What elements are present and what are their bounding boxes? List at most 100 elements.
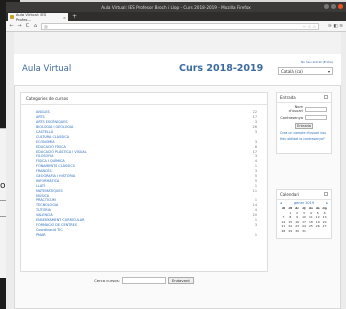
calendar-day[interactable]: 15 xyxy=(287,220,294,224)
calendar-day[interactable]: 4 xyxy=(307,211,314,215)
course-search-input[interactable] xyxy=(121,276,166,284)
calendar-day[interactable]: 22 xyxy=(287,224,294,228)
calendar-day[interactable]: 11 xyxy=(307,215,314,219)
category-course-count: 3 xyxy=(254,154,257,159)
category-link[interactable]: GEOGRAFIA I HISTÒRIA xyxy=(36,174,75,178)
login-submit-button[interactable]: Entrada xyxy=(295,123,313,129)
category-link[interactable]: FONAMENTS CLÀSSICS xyxy=(36,164,75,168)
username-field[interactable] xyxy=(305,106,327,112)
category-link[interactable]: PRÀCTICUM xyxy=(36,198,56,202)
calendar-day[interactable]: 20 xyxy=(321,220,328,224)
calendar-day[interactable]: 7 xyxy=(280,215,287,219)
calendar-day[interactable]: 2 xyxy=(294,211,301,215)
close-window-button[interactable] xyxy=(338,4,343,9)
category-link[interactable]: FILOSOFIA xyxy=(36,154,53,158)
calendar-day[interactable]: 23 xyxy=(294,224,301,228)
category-link[interactable]: VALENCIÀ xyxy=(36,213,53,217)
calendar-day[interactable]: 8 xyxy=(287,215,294,219)
url-bar[interactable]: @ ··· ☆ ☆ xyxy=(41,22,320,30)
category-link[interactable]: ARTS ESCÈNIQUES xyxy=(36,120,68,124)
prev-month-icon[interactable]: ◂ xyxy=(280,201,282,205)
search-submit-button[interactable]: Endavant xyxy=(167,276,194,284)
calendar-day[interactable]: 12 xyxy=(314,215,321,219)
calendar-day[interactable]: 28 xyxy=(280,229,287,233)
forgot-password-link[interactable]: Heu oblidat la contrasenya? xyxy=(277,135,331,141)
category-link[interactable]: MATEMÀTIQUES xyxy=(36,189,63,193)
category-link[interactable]: LLATÍ xyxy=(36,184,45,188)
category-link[interactable]: FÍSICA I QUÍMICA xyxy=(36,159,65,163)
calendar-day[interactable]: 24 xyxy=(301,224,308,228)
calendar-block-title: Calendari xyxy=(280,192,300,197)
calendar-day[interactable]: 1 xyxy=(287,211,294,215)
new-tab-button[interactable]: + xyxy=(72,13,77,21)
calendar-day[interactable]: 13 xyxy=(321,215,328,219)
password-field[interactable] xyxy=(305,115,327,120)
create-account-link[interactable]: Crea un compte d'usuari nou xyxy=(277,129,331,135)
calendar-day[interactable]: 3 xyxy=(301,211,308,215)
browser-tab[interactable]: Aula Virtual: IES Profes... × xyxy=(8,12,68,22)
reload-button[interactable]: C xyxy=(25,23,30,29)
collapse-block-icon[interactable] xyxy=(324,95,328,99)
category-link[interactable]: CULTURA CLÀSSICA xyxy=(36,135,69,139)
calendar-day[interactable]: 31 xyxy=(301,229,308,233)
category-link[interactable]: BIOLOGIA I GEOLOGIA xyxy=(36,125,73,129)
url-actions[interactable]: ··· ☆ ☆ xyxy=(303,24,317,29)
home-button[interactable]: ⌂ xyxy=(33,23,38,29)
calendar-day[interactable]: 9 xyxy=(294,215,301,219)
category-link[interactable]: PMAR xyxy=(36,233,46,237)
calendar-day[interactable]: 21 xyxy=(280,224,287,228)
category-link[interactable]: Coordinació TIC xyxy=(36,228,63,232)
minimize-button[interactable] xyxy=(324,4,329,9)
calendar-day[interactable]: 10 xyxy=(301,215,308,219)
language-select[interactable]: Català (ca) ▾ xyxy=(278,67,333,75)
page-top-margin xyxy=(14,32,341,54)
tab-label: Aula Virtual: IES Profes... xyxy=(15,12,47,22)
forward-button[interactable]: → xyxy=(17,23,22,29)
site-name-link[interactable]: Aula Virtual xyxy=(22,64,71,74)
calendar-grid: dl dt dc dj dv ds dg 1 2 3 4 5 6 7 8 9 10 11 12 13 14 15 16 17 1… xyxy=(277,206,331,233)
calendar-day[interactable]: 5 xyxy=(314,211,321,215)
calendar-day[interactable]: 30 xyxy=(294,229,301,233)
calendar-day[interactable]: 17 xyxy=(301,220,308,224)
category-link[interactable]: EDUCACIÓ FÍSICA xyxy=(36,145,66,149)
calendar-month-label[interactable]: gener 2019 xyxy=(294,201,314,205)
category-link[interactable]: INFORMÀTICA xyxy=(36,179,59,183)
category-link[interactable]: ENSENYAMENT CURRICULAR xyxy=(36,218,84,222)
category-link[interactable]: TUTORIA xyxy=(36,208,51,212)
login-block: Entrada Nom d'usuari Contrasenya Entrada… xyxy=(276,92,332,154)
calendar-day[interactable]: 18 xyxy=(307,220,314,224)
category-course-count: 8 xyxy=(254,144,257,149)
category-link[interactable]: FORMACIÓ DE CENTRES xyxy=(36,223,77,227)
category-link[interactable]: EDUCACIÓ PLÀSTICA I VISUAL xyxy=(36,150,87,154)
category-link[interactable]: CASTELLÀ xyxy=(36,130,53,134)
calendar-day xyxy=(321,229,328,233)
category-link[interactable]: MÚSICA xyxy=(36,194,49,198)
category-link[interactable]: TECNOLOGIA xyxy=(36,203,58,207)
category-link[interactable]: ECONOMIA xyxy=(36,140,55,144)
calendar-day[interactable]: 16 xyxy=(294,220,301,224)
username-label: Nom d'usuari xyxy=(288,105,303,113)
browser-window: Aula Virtual: IES Profesor Broch i Llop … xyxy=(6,2,346,309)
back-button[interactable]: ← xyxy=(9,23,14,29)
calendar-day[interactable]: 14 xyxy=(280,220,287,224)
toolbar-icons[interactable]: ⊪ ◧ ≡ xyxy=(328,24,343,29)
calendar-day[interactable]: 29 xyxy=(287,229,294,233)
category-course-count: 4 xyxy=(254,208,257,213)
category-link[interactable]: ANGLES xyxy=(36,110,50,114)
site-info-icon[interactable]: @ xyxy=(44,24,48,29)
calendar-day[interactable]: 27 xyxy=(321,224,328,228)
login-info[interactable]: No heu entrat (Entra) xyxy=(301,60,333,64)
collapse-block-icon[interactable] xyxy=(324,192,328,196)
maximize-button[interactable] xyxy=(331,4,336,9)
calendar-day[interactable]: 19 xyxy=(314,220,321,224)
tab-close-icon[interactable]: × xyxy=(63,15,66,20)
category-link[interactable]: FRANCÈS xyxy=(36,169,52,173)
category-course-count: 14 xyxy=(252,203,257,208)
next-month-icon[interactable]: ▸ xyxy=(326,201,328,205)
password-label: Contrasenya xyxy=(280,115,303,120)
category-course-count: 1 xyxy=(254,232,257,237)
calendar-day[interactable]: 25 xyxy=(307,224,314,228)
category-link[interactable]: ARTS xyxy=(36,115,45,119)
calendar-day[interactable]: 26 xyxy=(314,224,321,228)
calendar-day[interactable]: 6 xyxy=(321,211,328,215)
